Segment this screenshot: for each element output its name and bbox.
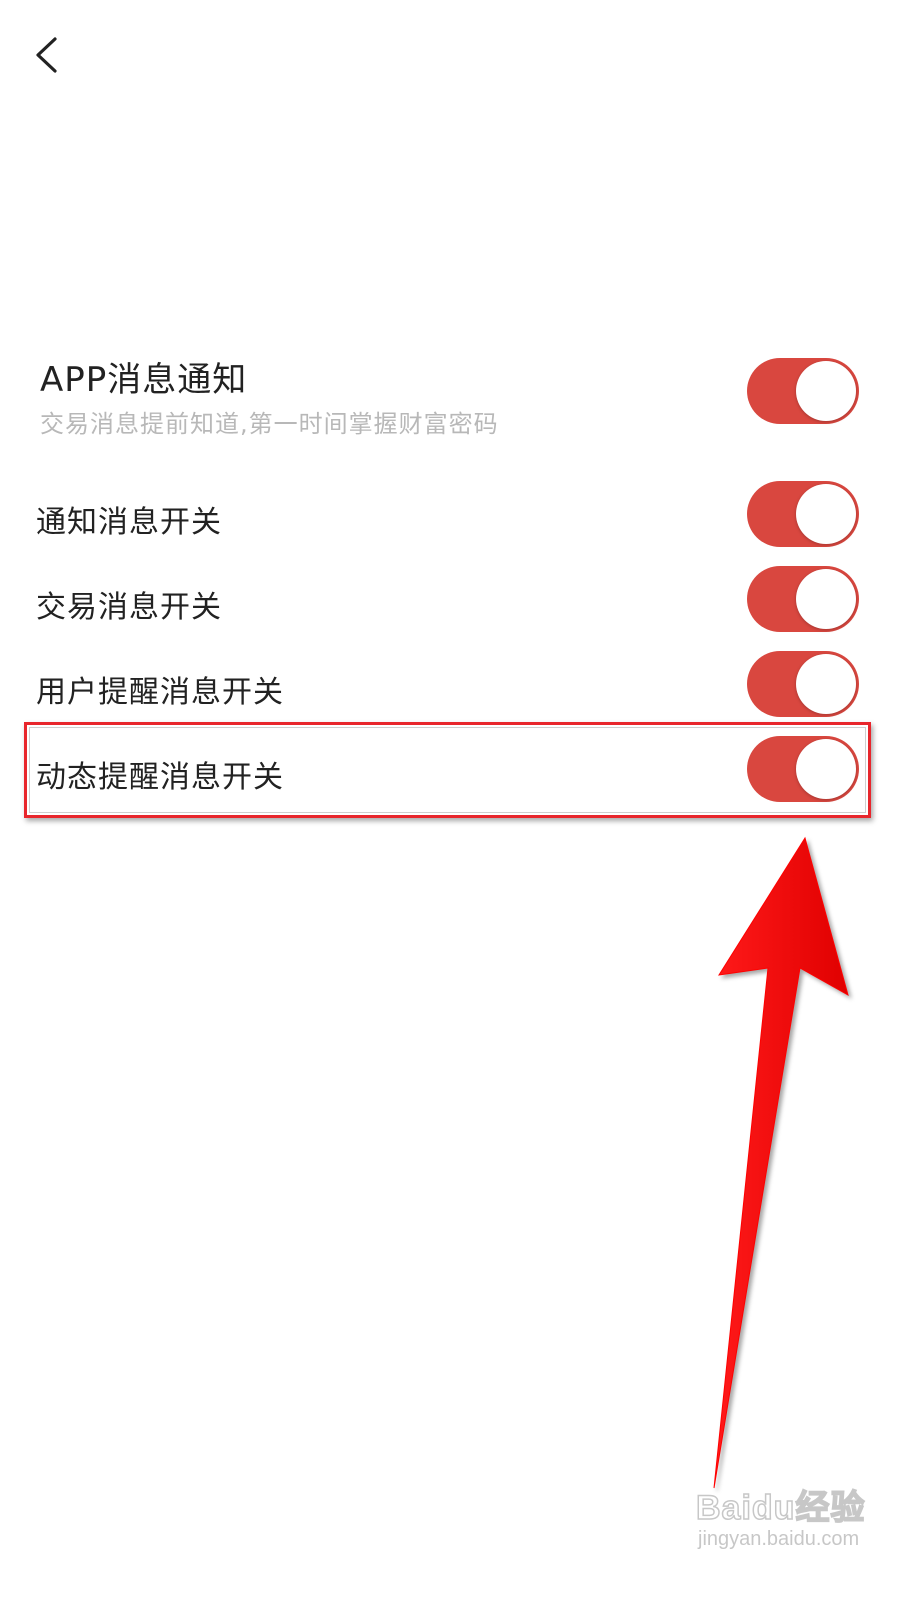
switch-label-trade: 交易消息开关 xyxy=(36,590,222,625)
toggle-knob xyxy=(796,484,856,544)
switch-toggle-dynamic-reminder[interactable] xyxy=(747,736,859,802)
switch-label-dynamic-reminder: 动态提醒消息开关 xyxy=(36,760,284,795)
toggle-knob xyxy=(796,739,856,799)
switch-toggle-trade[interactable] xyxy=(747,566,859,632)
switch-label-user-reminder: 用户提醒消息开关 xyxy=(36,675,284,710)
switch-label-notification: 通知消息开关 xyxy=(36,505,222,540)
switch-toggle-notification[interactable] xyxy=(747,481,859,547)
app-notification-title: APP消息通知 xyxy=(40,360,248,400)
toggle-knob xyxy=(796,654,856,714)
chevron-left-icon xyxy=(36,37,57,73)
watermark-url: jingyan.baidu.com xyxy=(698,1528,860,1550)
toggle-knob xyxy=(796,361,856,421)
switch-toggle-user-reminder[interactable] xyxy=(747,651,859,717)
app-notification-subtitle: 交易消息提前知道,第一时间掌握财富密码 xyxy=(40,410,499,438)
baidu-watermark: Baidu经验 jingyan.baidu.com xyxy=(690,1480,890,1570)
arrow-shape xyxy=(713,836,849,1489)
watermark-brand: Baidu经验 xyxy=(695,1488,866,1528)
back-button[interactable] xyxy=(24,30,74,80)
app-notification-toggle[interactable] xyxy=(747,358,859,424)
toggle-knob xyxy=(796,569,856,629)
